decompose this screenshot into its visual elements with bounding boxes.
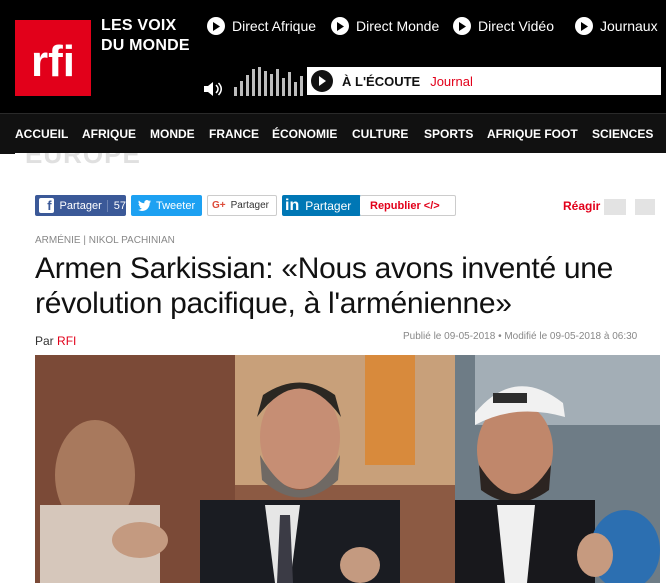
logo-text: rfi [31,37,75,86]
direct-monde-link[interactable]: Direct Monde [331,16,439,36]
nav-culture[interactable]: CULTURE [352,127,408,141]
audio-level-bars [234,66,303,96]
comment-bubble-icon[interactable] [604,199,626,215]
article-photo [35,355,660,583]
gplus-share-label: Partager [230,200,269,211]
gplus-share-button[interactable]: G+ Partager [207,195,277,216]
main-nav: ACCUEIL AFRIQUE MONDE FRANCE ÉCONOMIE CU… [0,113,666,154]
section-title: EUROPE [25,153,141,169]
nav-france[interactable]: FRANCE [209,127,259,141]
tagline-line1: LES VOIX [101,17,177,34]
direct-video-label: Direct Vidéo [478,18,555,34]
byline: Par RFI [35,334,76,348]
linkedin-share-button[interactable]: in Partager [282,195,361,216]
nav-afrique[interactable]: AFRIQUE [82,127,136,141]
nav-monde[interactable]: MONDE [150,127,195,141]
play-icon [319,76,326,86]
listening-label: À L'ÉCOUTE [342,73,421,89]
republish-button[interactable]: Republier </> [360,195,456,216]
direct-afrique-link[interactable]: Direct Afrique [207,16,316,36]
site-header: rfi LES VOIX DU MONDE Direct Afrique Dir… [0,0,666,113]
republish-label: Republier </> [370,199,440,212]
direct-afrique-label: Direct Afrique [232,18,317,34]
play-icon [575,17,593,35]
player-play-button[interactable] [311,70,333,92]
twitter-icon [138,200,151,211]
journaux-label: Journaux [600,18,658,34]
nav-accueil[interactable]: ACCUEIL [15,127,68,141]
direct-video-link[interactable]: Direct Vidéo [453,16,554,36]
facebook-share-label: Partager [59,199,102,212]
facebook-icon: f [39,198,54,213]
nav-afrique-foot[interactable]: AFRIQUE FOOT [487,127,578,141]
comment-bubble-icon[interactable] [635,199,655,215]
audio-player: À L'ÉCOUTE Journal [307,67,661,95]
play-icon [453,17,471,35]
article-card: EUROPE f Partager 57 Tweeter G+ Partager… [15,153,666,583]
journaux-link[interactable]: Journaux [575,16,658,36]
play-icon [331,17,349,35]
facebook-share-count: 57 [106,199,126,212]
program-link[interactable]: Journal [430,74,473,89]
volume-icon[interactable] [204,82,223,96]
twitter-share-label: Tweeter [156,199,196,212]
direct-monde-label: Direct Monde [356,18,440,34]
react-link[interactable]: Réagir [563,199,600,213]
rfi-logo[interactable]: rfi [15,20,91,96]
author-link[interactable]: RFI [57,334,76,348]
byline-prefix: Par [35,334,54,348]
article-title: Armen Sarkissian: «Nous avons inventé un… [35,252,614,320]
google-plus-icon: G+ [212,200,226,211]
article-categories[interactable]: ARMÉNIE | NIKOL PACHINIAN [35,235,175,246]
nav-sciences[interactable]: SCIENCES [592,127,653,141]
publication-dates: Publié le 09-05-2018 • Modifié le 09-05-… [403,331,638,342]
nav-sports[interactable]: SPORTS [424,127,473,141]
twitter-share-button[interactable]: Tweeter [131,195,202,216]
linkedin-share-label: Partager [305,198,352,213]
facebook-share-button[interactable]: f Partager 57 [35,195,126,216]
tagline-line2: DU MONDE [101,37,190,54]
nav-economie[interactable]: ÉCONOMIE [272,127,337,141]
play-icon [207,17,225,35]
linkedin-icon: in [285,196,300,214]
